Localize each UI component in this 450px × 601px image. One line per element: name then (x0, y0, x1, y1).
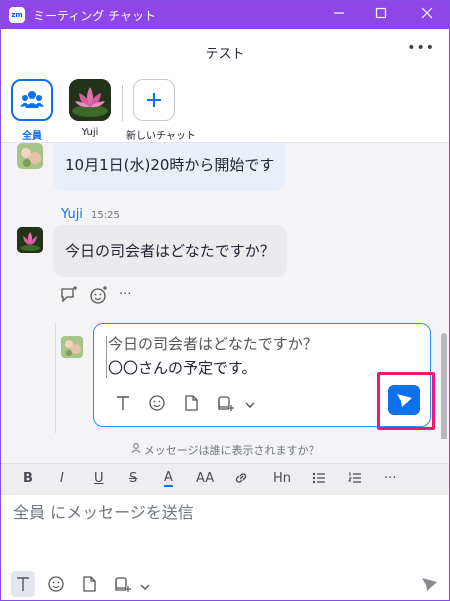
file-icon[interactable] (80, 575, 98, 597)
numbered-list-icon[interactable] (347, 470, 363, 490)
thread-line (55, 323, 56, 433)
chat-title: テスト (205, 47, 245, 62)
more-format-button[interactable]: ··· (384, 471, 396, 486)
bold-button[interactable]: B (23, 471, 33, 486)
person-icon (131, 443, 144, 457)
close-icon (421, 7, 433, 19)
emoji-icon[interactable] (47, 575, 65, 597)
window-title: ミーティング チャット (33, 9, 156, 23)
channel-yuji[interactable]: Yuji (62, 79, 118, 138)
lotus-avatar (69, 79, 111, 121)
visibility-text: メッセージは誰に表示されますか？ (143, 444, 320, 457)
format-toolbar: B I U S A AA Hn ··· (1, 463, 449, 495)
title-bar: zm ミーティング チャット (1, 1, 449, 29)
text-cursor (106, 336, 107, 378)
more-options-button[interactable]: ••• (407, 40, 435, 56)
message-time: 15:25 (91, 210, 120, 221)
channel-divider (122, 85, 123, 121)
channel-label: 全員 (22, 131, 42, 142)
bullet-list-icon[interactable] (311, 470, 327, 490)
heading-button[interactable]: Hn (273, 471, 291, 486)
channel-label: Yuji (81, 127, 99, 138)
lotus-avatar (17, 227, 43, 253)
new-chat-button[interactable]: 新しいチャット (126, 79, 196, 142)
text-format-icon[interactable] (114, 394, 132, 416)
channel-label: 新しいチャット (126, 131, 196, 142)
maximize-button[interactable] (359, 1, 403, 29)
italic-button[interactable]: I (60, 471, 64, 486)
minimize-button[interactable] (317, 1, 361, 29)
visibility-prompt[interactable]: メッセージは誰に表示されますか？ (1, 439, 449, 463)
scrollbar-thumb[interactable] (441, 333, 447, 439)
link-icon[interactable] (233, 470, 249, 490)
plus-icon (133, 79, 175, 121)
emoji-icon[interactable] (148, 394, 166, 416)
message-bubble: 今日の司会者はどなたですか？ (53, 225, 287, 277)
strikethrough-button[interactable]: S (129, 471, 137, 486)
message-list: 10月1日(水)20時から開始です Yuji 15:25 今日の司会者はどなたで… (1, 143, 449, 439)
chevron-down-icon[interactable] (244, 396, 256, 415)
reply-icon[interactable] (59, 285, 79, 305)
channel-selector: 全員 Yuji 新しいチャット (1, 73, 449, 143)
more-actions-icon[interactable]: ··· (119, 285, 139, 305)
underline-button[interactable]: U (94, 471, 104, 486)
font-color-button[interactable]: A (164, 471, 173, 487)
text-format-icon[interactable] (11, 571, 35, 597)
chevron-down-icon[interactable] (139, 578, 151, 597)
font-size-button[interactable]: AA (196, 471, 214, 486)
add-reaction-icon[interactable] (89, 285, 109, 305)
sender-name[interactable]: Yuji (61, 207, 83, 222)
reply-line: 〇〇さんの予定です。 (108, 359, 257, 377)
channel-everyone[interactable]: 全員 (4, 79, 60, 142)
chat-header: テスト ••• (1, 29, 449, 73)
send-icon (397, 394, 412, 407)
close-button[interactable] (405, 1, 449, 29)
message-input[interactable]: 全員 にメッセージを送信 (13, 499, 194, 523)
reply-input[interactable]: 今日の司会者はどなたですか？ 〇〇さんの予定です。 (108, 332, 318, 380)
send-button[interactable] (388, 385, 420, 415)
screenshot-icon[interactable] (113, 575, 131, 597)
flower-avatar (17, 143, 43, 169)
flower-avatar (61, 336, 83, 358)
file-icon[interactable] (182, 394, 200, 416)
screenshot-icon[interactable] (216, 394, 234, 416)
send-icon[interactable] (419, 574, 439, 598)
minimize-icon (334, 12, 344, 14)
message-bubble: 10月1日(水)20時から開始です (53, 143, 287, 191)
zoom-logo: zm (9, 7, 25, 23)
people-icon (11, 79, 53, 121)
bottom-toolbar (1, 569, 449, 600)
maximize-icon (375, 7, 387, 19)
reply-line: 今日の司会者はどなたですか？ (108, 335, 318, 353)
chat-window: zm ミーティング チャット テスト ••• 全員 Yuji 新しいチャット 1… (0, 0, 450, 601)
